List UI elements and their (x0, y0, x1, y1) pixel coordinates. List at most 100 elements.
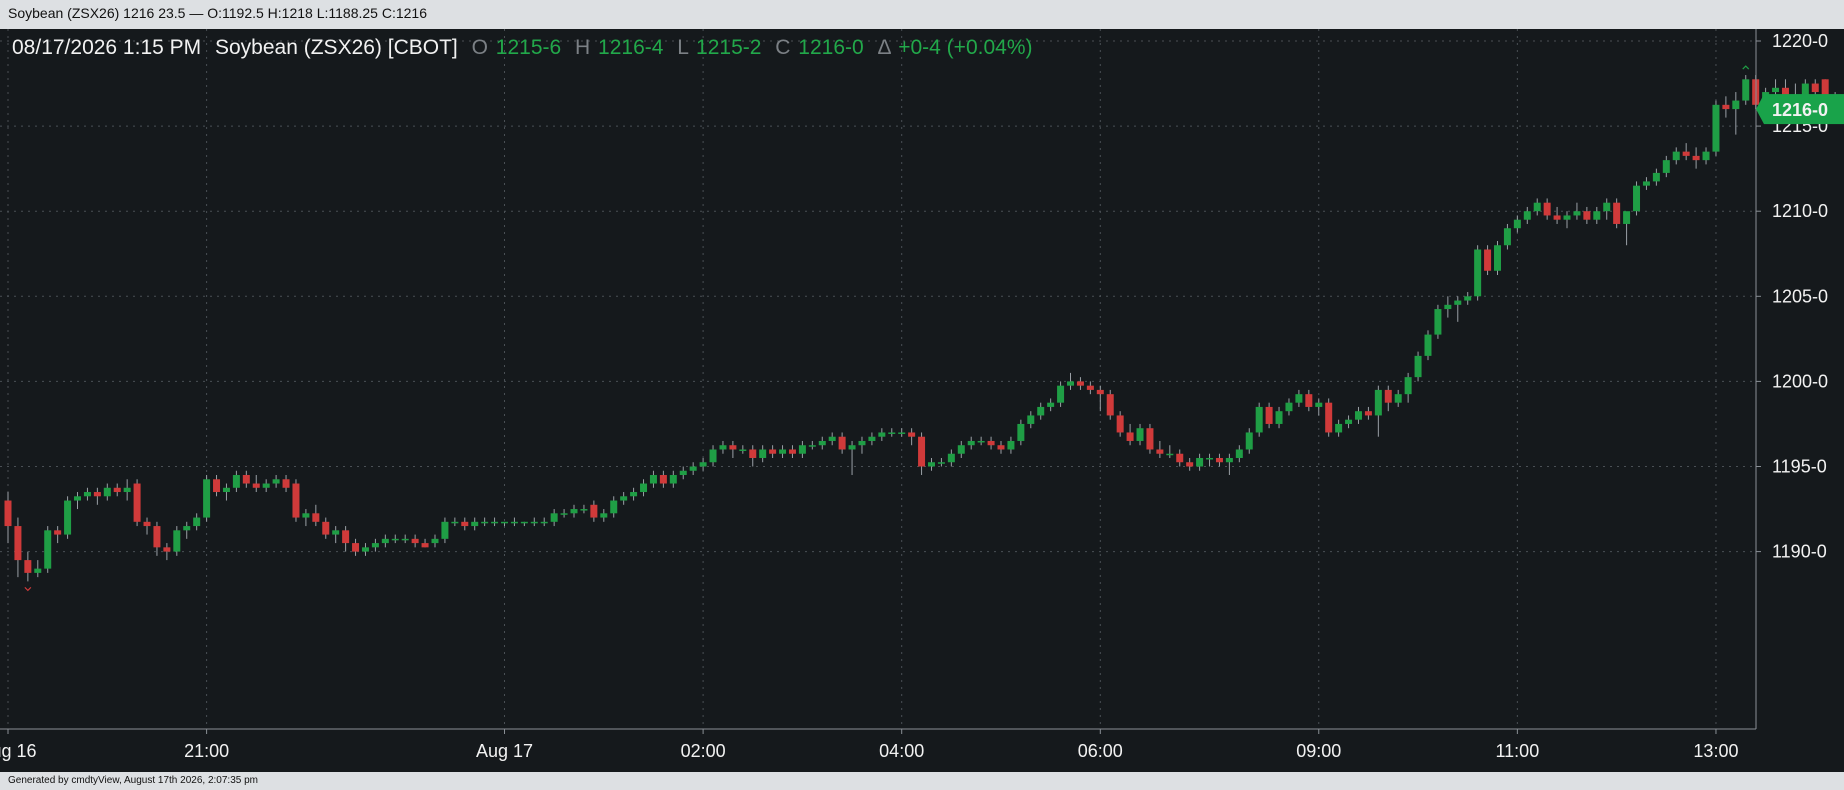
candle-body (1682, 151, 1690, 156)
chart-area[interactable]: 1190-0 1195-0 1200-0 1205-0 1210-0 1215-0 1220… (0, 29, 1844, 772)
x-tick-label: 09:00 (1296, 741, 1341, 761)
candle-body (630, 492, 638, 497)
footer-credit: Generated by cmdtyView, August 17th 2026… (0, 772, 1844, 790)
candle-body (1702, 151, 1710, 161)
info-close-label: C (775, 36, 790, 59)
candle-body (1186, 462, 1194, 467)
candle-body (898, 432, 906, 434)
info-high-label: H (575, 36, 590, 59)
y-tick-label: 1205-0 (1772, 286, 1828, 306)
candle-body (649, 475, 657, 484)
candlestick-chart[interactable]: 1190-01195-01200-01205-01210-01215-01220… (0, 29, 1844, 772)
candle-body (113, 487, 121, 493)
candle-body (659, 475, 667, 484)
candle-body (272, 479, 280, 484)
candle-body (1106, 394, 1114, 416)
candle-body (322, 521, 330, 535)
candle-body (1633, 185, 1641, 212)
candle-body (838, 436, 846, 450)
candle-body (1086, 385, 1094, 390)
candle-body (927, 462, 935, 467)
candle-body (540, 521, 548, 524)
candle-body (441, 521, 449, 539)
candle-body (1583, 211, 1591, 220)
candle-body (709, 449, 717, 463)
info-symbol: Soybean (ZSX26) [CBOT] (215, 36, 458, 59)
candle-body (1603, 202, 1611, 212)
candle-body (1722, 104, 1730, 110)
candle-body (937, 462, 945, 464)
info-open-value: 1215-6 (496, 36, 561, 59)
candle-body (828, 436, 836, 441)
candle-body (1384, 389, 1392, 403)
info-close-value: 1216-0 (798, 36, 863, 59)
candle-body (1196, 457, 1204, 467)
candle-body (640, 483, 648, 493)
candle-body (848, 445, 856, 450)
candle-body (997, 445, 1005, 450)
candle-body (213, 479, 221, 493)
candle-body (431, 538, 439, 544)
candle-body (153, 526, 161, 548)
candle-body (1265, 406, 1273, 424)
candle-body (957, 445, 965, 454)
candle-body (560, 513, 568, 515)
candle-body (600, 513, 608, 518)
candle-body (83, 492, 91, 497)
info-datetime: 08/17/2026 1:15 PM (12, 36, 201, 59)
candle-body (1206, 457, 1214, 460)
candle-body (361, 547, 369, 552)
candle-body (1772, 87, 1780, 93)
x-tick-label: 21:00 (184, 741, 229, 761)
candle-body (203, 479, 211, 518)
candle-body (967, 440, 975, 446)
candle-body (1325, 402, 1333, 433)
candle-body (858, 440, 866, 446)
last-price-label: 1216-0 (1772, 100, 1828, 120)
candle-body (491, 521, 499, 524)
info-change-value: +0-4 (+0.04%) (898, 36, 1032, 59)
candle-body (1374, 389, 1382, 416)
candle-body (1364, 411, 1372, 416)
candle-body (332, 530, 340, 535)
candle-body (74, 496, 82, 501)
candle-body (1017, 423, 1025, 441)
candle-body (133, 483, 141, 522)
candle-body (232, 475, 240, 488)
candle-body (1136, 428, 1144, 441)
candle-body (1811, 83, 1819, 93)
candle-body (1057, 385, 1065, 403)
candle-body (1067, 381, 1075, 386)
candle-body (34, 568, 42, 573)
candle-body (977, 440, 985, 443)
candle-body (1563, 215, 1571, 220)
candle-body (1494, 245, 1501, 271)
candle-body (64, 500, 72, 535)
candle-body (1424, 334, 1432, 356)
candle-body (1166, 453, 1174, 456)
candle-body (1225, 457, 1233, 463)
candle-body (580, 509, 588, 511)
candle-body (689, 466, 697, 471)
candle-body (1454, 300, 1462, 305)
candle-body (451, 521, 459, 524)
x-tick-label: Aug 16 (0, 741, 37, 761)
candle-body (1623, 211, 1631, 224)
candle-body (1037, 406, 1045, 416)
candle-body (739, 449, 747, 451)
candle-body (987, 440, 995, 446)
y-tick-label: 1200-0 (1772, 371, 1828, 391)
x-tick-label: 02:00 (681, 741, 726, 761)
candle-body (1553, 215, 1561, 220)
info-low-label: L (677, 36, 688, 59)
candle-body (679, 470, 687, 476)
candle-body (1027, 415, 1035, 424)
candle-body (1404, 377, 1412, 395)
candle-body (1742, 79, 1750, 101)
candle-body (520, 521, 528, 524)
candle-body (1464, 296, 1472, 301)
candle-body (4, 500, 12, 527)
candle-body (1523, 211, 1531, 220)
candle-body (1146, 428, 1154, 450)
candle-body (481, 521, 489, 524)
